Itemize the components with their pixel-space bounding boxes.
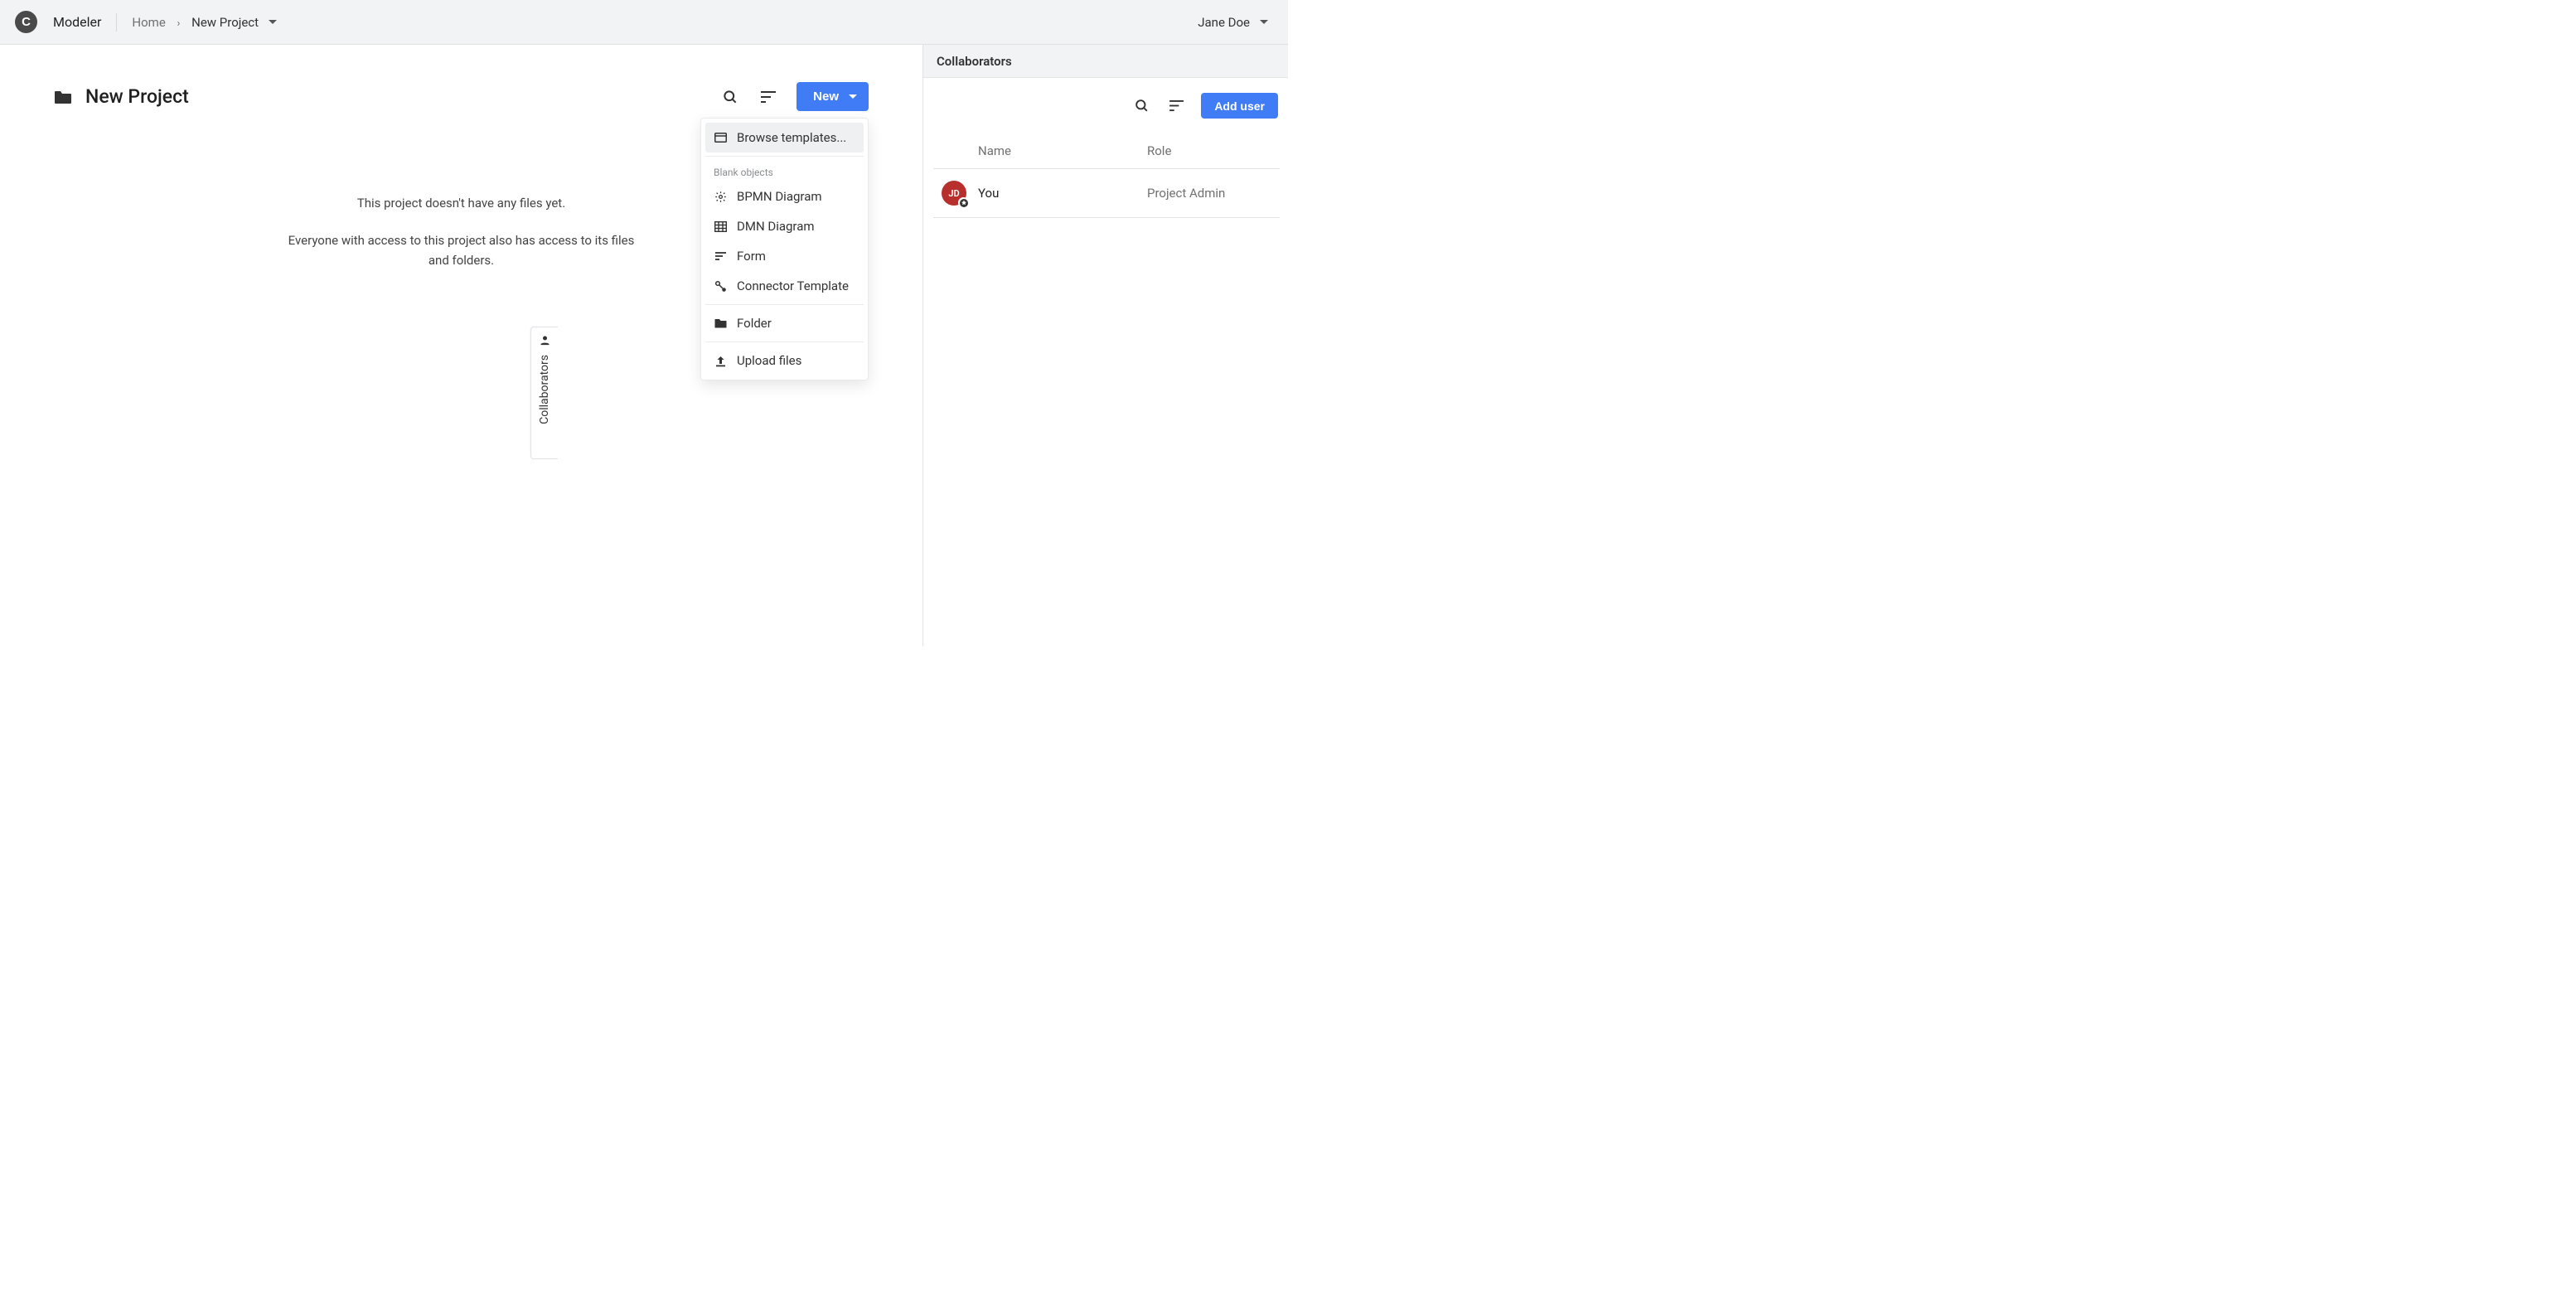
app-name: Modeler	[53, 14, 101, 30]
folder-icon	[54, 90, 72, 104]
chevron-down-icon	[1260, 20, 1268, 24]
collaborators-header: Collaborators	[923, 45, 1288, 78]
dd-folder[interactable]: Folder	[705, 308, 864, 338]
dd-bpmn-label: BPMN Diagram	[737, 189, 822, 204]
app-body: New Project New	[0, 45, 1288, 646]
collaborators-tab-handle[interactable]: Collaborators	[530, 327, 558, 459]
dd-section-label: Blank objects	[705, 160, 864, 182]
col-name: Name	[933, 143, 1147, 158]
connector-icon	[714, 279, 727, 293]
sort-icon[interactable]	[1166, 96, 1186, 116]
collaborators-toolbar: Add user	[933, 93, 1280, 119]
breadcrumb-home[interactable]: Home	[132, 15, 165, 30]
dd-upload-label: Upload files	[737, 353, 801, 368]
collaborators-body: Add user Name Role JD You Project Admin	[923, 78, 1288, 218]
dd-connector-label: Connector Template	[737, 278, 849, 293]
chevron-down-icon	[269, 20, 277, 24]
dd-form-label: Form	[737, 249, 766, 264]
collaborators-panel: Collaborators Add user Name Role JD	[922, 45, 1288, 646]
table-row: JD You Project Admin	[933, 169, 1280, 218]
breadcrumb-current-label: New Project	[191, 15, 259, 30]
dd-folder-label: Folder	[737, 316, 772, 331]
main-panel: New Project New	[0, 45, 922, 646]
avatar-initials: JD	[948, 188, 959, 199]
dd-form[interactable]: Form	[705, 241, 864, 271]
project-toolbar: New Browse templates... Blank objects	[720, 82, 869, 111]
search-icon[interactable]	[1131, 96, 1151, 116]
folder-icon	[714, 317, 727, 330]
breadcrumb-separator: ›	[177, 17, 181, 30]
new-button-label: New	[813, 90, 839, 104]
chevron-down-icon	[849, 94, 857, 99]
dd-connector[interactable]: Connector Template	[705, 271, 864, 301]
app-header: C Modeler Home › New Project Jane Doe	[0, 0, 1288, 45]
dd-upload[interactable]: Upload files	[705, 346, 864, 375]
new-dropdown: Browse templates... Blank objects BPMN D…	[700, 118, 869, 380]
collaborators-table: Name Role JD You Project Admin	[933, 135, 1280, 218]
table-icon	[714, 220, 727, 233]
dd-browse-templates[interactable]: Browse templates...	[705, 123, 864, 153]
user-menu[interactable]: Jane Doe	[1198, 15, 1273, 30]
dd-separator	[705, 341, 864, 342]
admin-badge-icon	[958, 197, 969, 208]
user-name: Jane Doe	[1198, 15, 1250, 30]
breadcrumb-current[interactable]: New Project	[191, 15, 277, 30]
gear-icon	[714, 190, 727, 203]
header-divider	[116, 13, 117, 31]
new-button[interactable]: New	[797, 82, 869, 111]
upload-icon	[714, 354, 727, 367]
row-role: Project Admin	[1147, 186, 1280, 201]
avatar: JD	[942, 181, 966, 206]
template-icon	[714, 131, 727, 144]
sort-icon[interactable]	[758, 87, 778, 107]
dd-dmn[interactable]: DMN Diagram	[705, 211, 864, 241]
empty-line-2: Everyone with access to this project als…	[283, 231, 640, 270]
table-header: Name Role	[933, 135, 1280, 169]
tab-handle-label: Collaborators	[538, 355, 551, 424]
dd-separator	[705, 156, 864, 157]
dd-separator	[705, 304, 864, 305]
project-title-left: New Project	[54, 85, 189, 108]
project-title-row: New Project New	[54, 82, 869, 111]
row-name: You	[966, 186, 1147, 201]
app-logo[interactable]: C	[15, 11, 37, 33]
breadcrumb: Home › New Project	[132, 15, 277, 30]
dd-browse-templates-label: Browse templates...	[737, 130, 846, 145]
search-icon[interactable]	[720, 87, 740, 107]
person-icon	[539, 334, 551, 346]
add-user-button[interactable]: Add user	[1201, 93, 1278, 119]
form-icon	[714, 249, 727, 263]
dd-bpmn[interactable]: BPMN Diagram	[705, 182, 864, 211]
col-role: Role	[1147, 143, 1280, 158]
dd-dmn-label: DMN Diagram	[737, 219, 815, 234]
project-title: New Project	[85, 85, 189, 108]
header-left: C Modeler Home › New Project	[15, 11, 277, 33]
